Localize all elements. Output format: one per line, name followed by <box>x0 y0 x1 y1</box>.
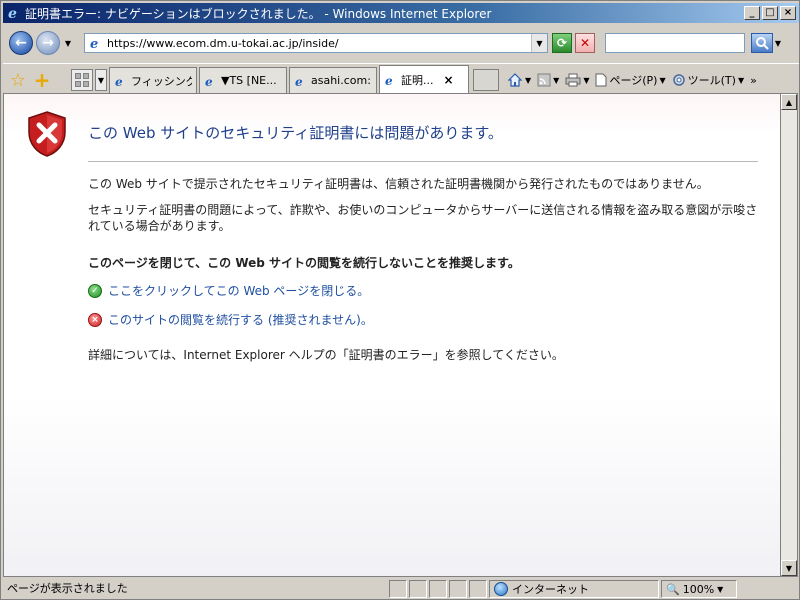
close-page-link[interactable]: ✓ ここをクリックしてこの Web ページを閉じる。 <box>88 282 369 299</box>
certificate-message: この Web サイトで提示されたセキュリティ証明書は、信頼された証明書機関から発… <box>88 177 709 191</box>
status-panel <box>409 580 427 598</box>
tab-asahi[interactable]: e asahi.com:... <box>289 67 377 93</box>
toolbar-overflow-button[interactable]: » <box>750 74 757 87</box>
error-x-icon: × <box>88 312 102 327</box>
svg-text:e: e <box>295 75 303 87</box>
page-title: この Web サイトのセキュリティ証明書には問題があります。 <box>88 124 503 142</box>
tab-label: ▼TS [NE... <box>221 74 277 87</box>
back-button[interactable]: ← <box>9 31 33 55</box>
address-dropdown[interactable]: ▼ <box>531 34 547 52</box>
tab-close-icon[interactable]: × <box>444 73 454 87</box>
status-panel <box>469 580 487 598</box>
shield-error-icon <box>28 111 66 157</box>
feeds-icon <box>537 73 551 87</box>
search-options-dropdown[interactable]: ▼ <box>773 33 783 53</box>
close-page-link-text[interactable]: ここをクリックしてこの Web ページを閉じる。 <box>108 282 369 299</box>
zoom-icon: 🔍 <box>666 582 680 596</box>
new-tab-button[interactable] <box>473 69 499 91</box>
tab-label: 証明... <box>401 73 434 87</box>
stop-button[interactable]: ✕ <box>575 33 595 53</box>
page-content: この Web サイトのセキュリティ証明書には問題があります。 この Web サイ… <box>3 93 781 577</box>
ie-page-icon: e <box>204 74 218 88</box>
security-warning-text: セキュリティ証明書の問題によって、詐欺や、お使いのコンピュータからサーバーに送信… <box>88 203 758 233</box>
tab-list-dropdown[interactable]: ▼ <box>95 69 107 91</box>
zone-label: インターネット <box>512 583 589 596</box>
status-text: ページが表示されました <box>7 582 128 595</box>
ie-page-icon: e <box>384 73 398 87</box>
add-favorites-icon[interactable]: + <box>31 67 53 93</box>
security-zone[interactable]: インターネット <box>489 580 659 598</box>
svg-text:e: e <box>90 37 98 50</box>
zoom-control[interactable]: 🔍 100% ▼ <box>661 580 737 598</box>
divider <box>88 161 758 162</box>
ie-page-icon: e <box>294 74 308 88</box>
home-icon <box>507 73 523 87</box>
address-bar: e ▼ <box>84 33 548 53</box>
vertical-scrollbar[interactable]: ▲ ▼ <box>781 93 798 577</box>
minimize-button[interactable]: _ <box>744 6 760 20</box>
tab-phishing[interactable]: e フィッシング... <box>109 67 197 93</box>
recommendation-text: このページを閉じて、この Web サイトの閲覧を続行しないことを推奨します。 <box>88 256 520 270</box>
svg-text:e: e <box>8 6 17 20</box>
tab-certificate-error[interactable]: e 証明... × <box>379 65 469 93</box>
forward-button[interactable]: → <box>36 31 60 55</box>
tools-menu-button[interactable]: ツール(T) ▼ <box>672 72 744 88</box>
search-input[interactable] <box>606 34 744 52</box>
zoom-dropdown[interactable]: ▼ <box>717 585 723 594</box>
checkmark-icon: ✓ <box>88 283 102 298</box>
scroll-down-arrow[interactable]: ▼ <box>781 560 797 576</box>
status-bar: ページが表示されました インターネット 🔍 100% ▼ <box>3 579 799 599</box>
more-info-text: 詳細については、Internet Explorer ヘルプの「証明書のエラー」を… <box>88 348 564 362</box>
title-bar: e 証明書エラー: ナビゲーションはブロックされました。 - Windows I… <box>3 3 799 23</box>
ie-logo-icon: e <box>6 5 22 21</box>
scroll-up-arrow[interactable]: ▲ <box>781 94 797 110</box>
zoom-level: 100% <box>682 582 715 596</box>
window-title: 証明書エラー: ナビゲーションはブロックされました。 - Windows Int… <box>25 6 492 21</box>
status-panel <box>429 580 447 598</box>
tab-bar: ☆ + ▼ e フィッシング... e ▼TS [NE... e asahi.c… <box>3 63 799 93</box>
page-menu-label: ページ(P) <box>609 74 658 87</box>
home-button[interactable]: ▼ <box>507 72 531 88</box>
address-toolbar: ← → ▼ e ▼ ⟳ ✕ ▼ <box>3 25 799 61</box>
favorites-star-icon[interactable]: ☆ <box>7 67 29 93</box>
refresh-button[interactable]: ⟳ <box>552 33 572 53</box>
search-box <box>605 33 745 53</box>
search-icon <box>756 37 769 50</box>
page-icon: e <box>88 35 104 51</box>
browser-window: e 証明書エラー: ナビゲーションはブロックされました。 - Windows I… <box>0 0 800 600</box>
maximize-button[interactable]: □ <box>762 6 778 20</box>
command-bar: ▼ ▼ ▼ ページ(P) ▼ ツール(T) ▼ » <box>507 67 757 93</box>
continue-to-site-link[interactable]: × このサイトの閲覧を続行する (推奨されません)。 <box>88 311 373 328</box>
status-panel <box>389 580 407 598</box>
tab-ts[interactable]: e ▼TS [NE... <box>199 67 287 93</box>
tab-label: フィッシング... <box>131 74 192 88</box>
svg-text:e: e <box>385 74 393 86</box>
status-panel <box>449 580 467 598</box>
svg-text:e: e <box>205 75 213 87</box>
ie-page-icon: e <box>114 74 128 88</box>
feeds-button[interactable]: ▼ <box>537 73 559 87</box>
search-button[interactable] <box>751 33 773 53</box>
quick-tabs-button[interactable] <box>71 69 93 91</box>
page-icon <box>595 73 607 87</box>
tab-label: asahi.com:... <box>311 74 372 87</box>
recent-pages-dropdown[interactable]: ▼ <box>62 37 74 49</box>
svg-text:e: e <box>115 75 123 87</box>
globe-icon <box>494 582 508 596</box>
address-input[interactable] <box>107 35 531 51</box>
page-menu-button[interactable]: ページ(P) ▼ <box>595 72 666 88</box>
continue-link-text[interactable]: このサイトの閲覧を続行する (推奨されません)。 <box>108 311 373 328</box>
close-button[interactable]: × <box>780 6 796 20</box>
print-button[interactable]: ▼ <box>565 73 589 87</box>
tools-menu-label: ツール(T) <box>687 74 736 87</box>
printer-icon <box>565 73 581 87</box>
gear-icon <box>672 74 685 86</box>
